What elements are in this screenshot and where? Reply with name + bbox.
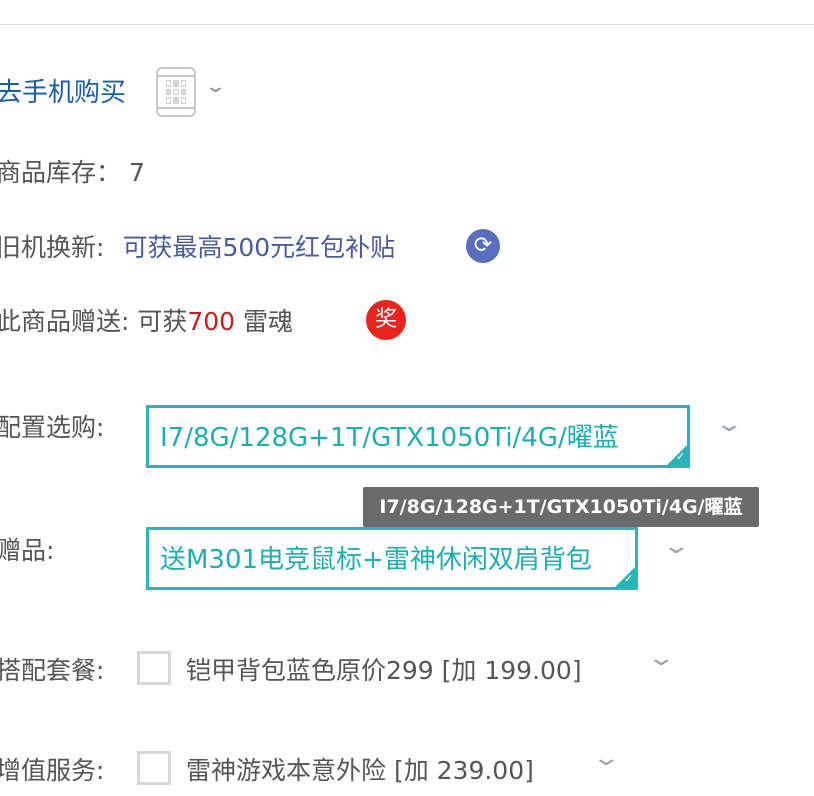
gift-points-label: 此商品赠送: 可获 (0, 307, 188, 336)
bundle-label: 搭配套餐: (0, 656, 105, 685)
trade-in-link[interactable]: 可获最高500元红包补贴 (122, 233, 395, 262)
config-selected-value: I7/8G/128G+1T/GTX1050Ti/4G/曜蓝 (160, 423, 619, 453)
gift-points-amount: 700 (187, 307, 236, 336)
service-label: 增值服务: (0, 756, 105, 785)
config-dropdown-chevron-icon[interactable]: ⌄ (714, 412, 744, 437)
gift-points-unit: 雷魂 (243, 307, 294, 336)
trade-in-label: 旧机换新: (0, 233, 105, 262)
gift-selected-value: 送M301电竞鼠标+雷神休闲双肩背包 (160, 545, 592, 575)
stock-label: 商品库存： (0, 158, 122, 187)
stock-value: 7 (129, 158, 145, 187)
gift-label: 赠品: (0, 536, 55, 565)
bundle-option-text[interactable]: 铠甲背包蓝色原价299 [加 199.00] (186, 651, 582, 687)
mobile-buy-link[interactable]: 去手机购买 (0, 72, 126, 109)
top-divider (0, 24, 814, 25)
award-badge-icon: 奖 (366, 300, 406, 340)
gift-points-row: 此商品赠送: 可获700 雷魂 (0, 302, 293, 338)
gift-dropdown-chevron-icon[interactable]: ⌄ (661, 534, 691, 559)
service-checkbox[interactable] (137, 751, 171, 785)
config-tooltip: I7/8G/128G+1T/GTX1050Ti/4G/曜蓝 (363, 487, 759, 527)
selected-check-icon (614, 566, 636, 588)
service-dropdown-chevron-icon[interactable]: ⌄ (591, 746, 621, 771)
selected-check-icon (666, 444, 688, 466)
bundle-checkbox[interactable] (137, 651, 171, 685)
refresh-icon[interactable]: ⟳ (466, 229, 500, 263)
bundle-dropdown-chevron-icon[interactable]: ⌄ (646, 646, 676, 671)
stock-row: 商品库存： 7 (0, 153, 145, 189)
chevron-down-icon[interactable]: ⌄ (204, 76, 227, 97)
trade-in-row: 旧机换新: 可获最高500元红包补贴 (0, 228, 395, 264)
config-select[interactable]: I7/8G/128G+1T/GTX1050Ti/4G/曜蓝 (146, 405, 690, 468)
qr-phone-icon[interactable] (156, 67, 196, 117)
config-label: 配置选购: (0, 413, 105, 442)
service-option-text[interactable]: 雷神游戏本意外险 [加 239.00] (186, 751, 534, 787)
gift-select[interactable]: 送M301电竞鼠标+雷神休闲双肩背包 (146, 527, 638, 590)
